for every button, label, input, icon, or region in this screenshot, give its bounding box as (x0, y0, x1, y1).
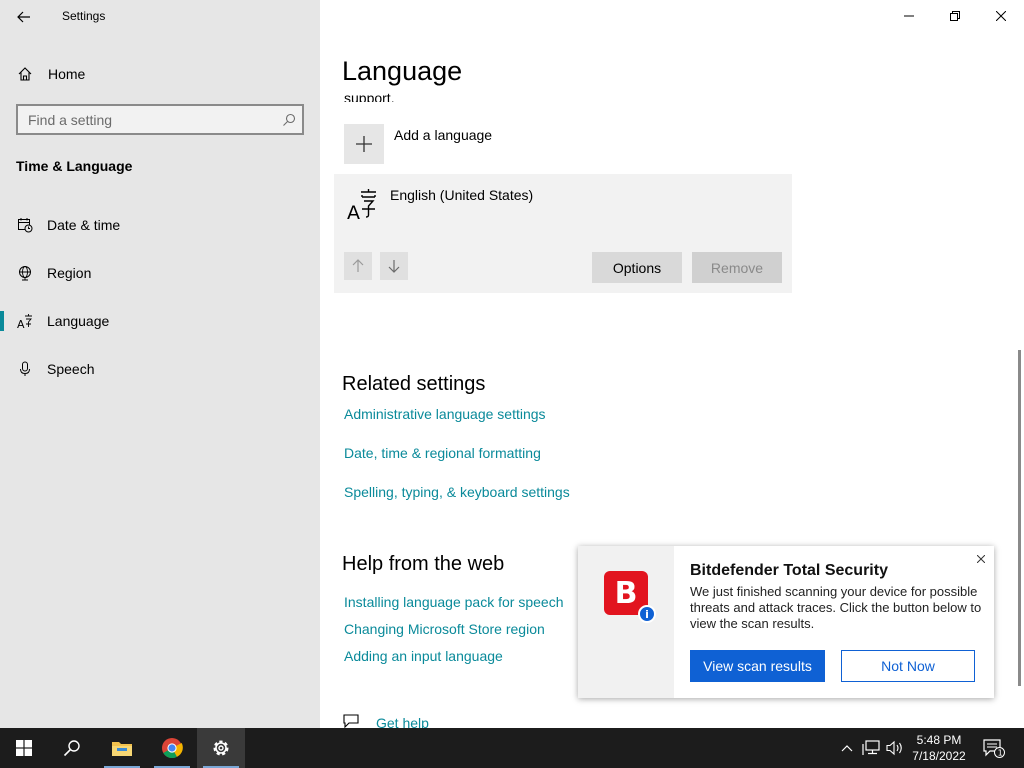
language-glyph-icon: A (347, 189, 376, 222)
close-icon (996, 11, 1006, 21)
close-button[interactable] (978, 0, 1024, 32)
page-title: Language (342, 56, 463, 86)
bitdefender-notification: B i Bitdefender Total Security We just f… (578, 546, 994, 698)
add-language-label: Add a language (394, 127, 493, 143)
settings-icon (213, 740, 229, 756)
taskbar-search-button[interactable] (48, 728, 96, 768)
show-hidden-icons-button[interactable] (838, 728, 856, 768)
search-icon (63, 740, 80, 757)
network-button[interactable] (860, 728, 882, 768)
toast-close-button[interactable] (974, 552, 988, 566)
move-down-button[interactable] (380, 252, 408, 280)
link-input-language[interactable]: Adding an input language (344, 648, 503, 664)
network-icon (862, 740, 880, 755)
back-button[interactable] (8, 4, 40, 30)
nav-home[interactable]: Home (0, 58, 320, 90)
sidebar-item-speech[interactable]: Speech (0, 349, 320, 389)
toast-body: We just finished scanning your device fo… (690, 584, 982, 631)
chevron-up-icon (841, 745, 853, 752)
arrow-down-icon (388, 260, 400, 273)
info-badge-icon: i (638, 605, 656, 623)
file-explorer-icon (112, 742, 132, 756)
minimize-button[interactable] (886, 0, 932, 32)
options-button[interactable]: Options (592, 252, 682, 283)
move-up-button[interactable] (344, 252, 372, 280)
taskbar-file-explorer[interactable] (98, 728, 146, 768)
plus-icon (344, 124, 384, 164)
sidebar-item-label: Region (47, 265, 92, 281)
calendar-clock-icon (18, 218, 33, 233)
related-settings-heading: Related settings (342, 373, 486, 395)
windows-start-icon (16, 740, 32, 756)
help-chat-icon (343, 714, 359, 728)
restore-button[interactable] (932, 0, 978, 32)
search-input[interactable] (28, 111, 282, 128)
scrollbar[interactable] (1018, 350, 1021, 686)
start-button[interactable] (0, 728, 48, 768)
svg-text:A: A (17, 318, 25, 329)
taskbar-settings[interactable] (197, 728, 245, 768)
toast-title: Bitdefender Total Security (690, 562, 888, 579)
toast-logo-panel: B i (578, 546, 674, 698)
globe-icon (19, 266, 31, 281)
sidebar-item-date-time[interactable]: Date & time (0, 205, 320, 245)
link-admin-language-settings[interactable]: Administrative language settings (344, 406, 546, 422)
close-icon (977, 555, 985, 563)
back-arrow-icon (17, 11, 30, 23)
search-icon (283, 113, 296, 126)
arrow-up-icon (352, 259, 364, 272)
taskbar-clock[interactable]: 5:48 PM 7/18/2022 (906, 732, 972, 764)
link-date-time-regional[interactable]: Date, time & regional formatting (344, 445, 541, 461)
language-name: English (United States) (390, 187, 534, 203)
home-icon (18, 67, 32, 81)
language-card[interactable]: A English (United States) Options Remove (334, 174, 792, 293)
notification-count: 1 (998, 749, 1003, 758)
volume-icon (886, 740, 902, 756)
taskbar: 5:48 PM 7/18/2022 1 (0, 728, 1024, 768)
remove-button[interactable]: Remove (692, 252, 782, 283)
view-scan-results-button[interactable]: View scan results (690, 650, 825, 682)
sidebar-item-region[interactable]: Region (0, 253, 320, 293)
sidebar-item-label: Language (47, 313, 110, 329)
taskbar-chrome[interactable] (148, 728, 196, 768)
link-microsoft-store-region[interactable]: Changing Microsoft Store region (344, 621, 545, 637)
sidebar-item-language[interactable]: A Language (0, 301, 320, 341)
bitdefender-logo-icon: B i (604, 571, 656, 623)
svg-text:A: A (347, 202, 360, 222)
nav-home-label: Home (48, 66, 86, 82)
add-language-button[interactable]: Add a language (344, 124, 492, 164)
get-help-link[interactable]: Get help (376, 715, 429, 728)
search-box[interactable] (16, 104, 304, 135)
not-now-button[interactable]: Not Now (841, 650, 975, 682)
microphone-icon (20, 361, 30, 376)
settings-sidebar: Settings Home Time & Language Date & tim… (0, 0, 320, 728)
language-icon: A (17, 314, 32, 329)
notification-icon: 1 (983, 739, 1005, 758)
link-language-pack-speech[interactable]: Installing language pack for speech (344, 594, 563, 610)
section-title: Time & Language (16, 158, 133, 174)
link-spelling-typing-keyboard[interactable]: Spelling, typing, & keyboard settings (344, 484, 570, 500)
sidebar-item-label: Speech (47, 361, 95, 377)
help-heading: Help from the web (342, 553, 505, 575)
app-title: Settings (62, 9, 106, 23)
support-text: support. (344, 90, 395, 102)
clock-time: 5:48 PM (916, 733, 962, 747)
chrome-icon (162, 738, 183, 759)
clock-date: 7/18/2022 (912, 749, 966, 763)
action-center-button[interactable]: 1 (978, 728, 1010, 768)
volume-button[interactable] (884, 728, 906, 768)
sidebar-item-label: Date & time (47, 217, 121, 233)
minimize-icon (904, 15, 914, 17)
restore-icon (950, 11, 960, 21)
